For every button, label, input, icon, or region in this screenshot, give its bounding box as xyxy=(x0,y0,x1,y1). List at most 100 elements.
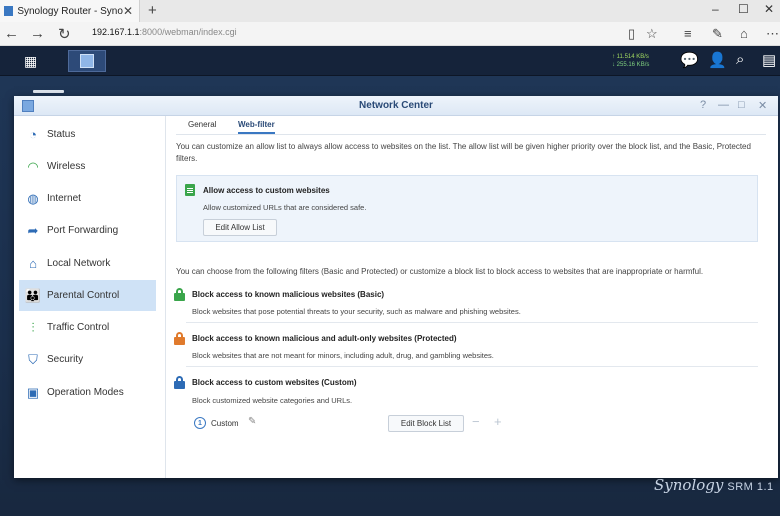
sidebar-item-label: Port Forwarding xyxy=(47,225,119,236)
sidebar-item-label: Local Network xyxy=(47,258,111,269)
protected-filter-title[interactable]: Block access to known malicious and adul… xyxy=(192,334,457,343)
sidebar-item-label: Traffic Control xyxy=(47,322,110,333)
basic-filter-desc: Block websites that pose potential threa… xyxy=(192,307,521,316)
synology-srm-logo: Synology SRM 1.1 xyxy=(654,476,774,494)
maximize-icon[interactable]: □ xyxy=(738,99,745,111)
sidebar-item-parental-control[interactable]: 👪 Parental Control xyxy=(19,280,156,311)
tab-close-icon[interactable]: ✕ xyxy=(123,4,133,18)
brand-name: Synology xyxy=(654,476,724,494)
window-minimize-button[interactable]: – xyxy=(712,2,719,16)
toolbox-icon: ▣ xyxy=(26,384,40,400)
sidebar-item-local-network[interactable]: ⌂ Local Network xyxy=(19,248,156,279)
sidebar-item-operation-modes[interactable]: ▣ Operation Modes xyxy=(19,377,156,408)
synology-favicon-icon xyxy=(4,6,14,16)
back-arrow-icon[interactable]: ← xyxy=(4,25,19,42)
minus-icon[interactable]: − xyxy=(472,414,480,429)
globe-icon: ◍ xyxy=(27,190,39,206)
custom-profile-select[interactable]: Custom xyxy=(211,419,239,428)
window-title-bar[interactable]: Network Center ? — □ ✕ xyxy=(14,96,778,116)
divider xyxy=(186,366,758,367)
sidebar-item-label: Security xyxy=(47,354,84,365)
web-note-icon[interactable]: ✎ xyxy=(712,26,723,42)
browser-tab[interactable]: Synology Router - Syno ✕ xyxy=(0,0,140,22)
brand-product: SRM 1.1 xyxy=(727,481,774,493)
filters-intro-text: You can choose from the following filter… xyxy=(176,267,704,276)
sidebar-item-status[interactable]: ◔ Status xyxy=(19,119,156,150)
web-filter-content: General Web-filter You can customize an … xyxy=(166,116,778,478)
green-lock-icon xyxy=(174,288,185,301)
favorite-star-icon[interactable]: ☆ xyxy=(646,26,658,42)
download-speed: ↓ 255.16 KB/s xyxy=(612,62,650,68)
close-icon[interactable]: ✕ xyxy=(758,99,767,112)
sidebar: ◔ Status ◠ Wireless ◍ Internet ➦ Port Fo… xyxy=(14,116,166,478)
window-close-button[interactable]: ✕ xyxy=(764,2,774,16)
pencil-icon[interactable]: ✎ xyxy=(248,416,256,427)
help-icon[interactable]: ? xyxy=(700,99,706,111)
tab-web-filter[interactable]: Web-filter xyxy=(238,120,275,134)
gauge-icon: ◔ xyxy=(29,127,37,142)
browser-tab-title: Synology Router - Syno xyxy=(17,5,123,17)
lock-body xyxy=(174,381,185,389)
url-host: 192.167.1.1 xyxy=(92,27,140,37)
sidebar-item-label: Operation Modes xyxy=(47,387,124,398)
share-icon[interactable]: ⌂ xyxy=(740,26,748,41)
sidebar-item-label: Status xyxy=(47,129,76,140)
forward-arrow-icon: ➦ xyxy=(27,222,39,238)
url-field[interactable]: 192.167.1.1:8000/webman/index.cgi xyxy=(92,27,612,41)
user-icon[interactable]: 👤 xyxy=(708,51,727,69)
allow-list-box: Allow access to custom websites Allow cu… xyxy=(176,175,758,242)
edit-allow-list-button[interactable]: Edit Allow List xyxy=(203,219,277,236)
tab-general[interactable]: General xyxy=(188,120,216,129)
edit-block-list-button[interactable]: Edit Block List xyxy=(388,415,464,432)
hub-icon[interactable]: ≡ xyxy=(684,26,692,41)
basic-filter-title[interactable]: Block access to known malicious websites… xyxy=(192,290,384,299)
new-tab-button[interactable]: + xyxy=(148,2,157,19)
allow-desc: Allow customized URLs that are considere… xyxy=(203,203,367,212)
sidebar-item-security[interactable]: ⛉ Security xyxy=(19,344,156,375)
srm-taskbar: ▦ ↑ 11.514 KB/s ↓ 255.16 KB/s 💬 👤 ⌕ ▤ xyxy=(0,46,780,76)
search-icon[interactable]: ⌕ xyxy=(736,51,744,68)
sidebar-item-wireless[interactable]: ◠ Wireless xyxy=(19,151,156,182)
house-icon: ⌂ xyxy=(29,256,37,271)
lock-body xyxy=(174,337,185,345)
network-speed-readout: ↑ 11.514 KB/s ↓ 255.16 KB/s xyxy=(612,53,649,69)
sidebar-item-port-forwarding[interactable]: ➦ Port Forwarding xyxy=(19,215,156,246)
content-tabs: General Web-filter xyxy=(176,116,766,135)
sidebar-item-label: Parental Control xyxy=(47,290,120,301)
widgets-icon[interactable]: ▤ xyxy=(762,51,776,69)
main-menu-icon[interactable]: ▦ xyxy=(24,53,37,70)
upload-speed: ↑ 11.514 KB/s xyxy=(612,54,649,60)
protected-filter-desc: Block websites that are not meant for mi… xyxy=(192,351,494,360)
window-maximize-button[interactable]: ☐ xyxy=(738,2,749,16)
plus-icon[interactable]: + xyxy=(494,414,502,429)
wifi-icon: ◠ xyxy=(27,158,39,174)
browser-tab-bar: Synology Router - Syno ✕ + – ☐ ✕ xyxy=(0,0,780,22)
blue-lock-icon xyxy=(174,376,185,389)
network-center-window: Network Center ? — □ ✕ ◔ Status ◠ Wirele… xyxy=(14,96,778,478)
allow-intro-text: You can customize an allow list to alway… xyxy=(176,142,751,163)
network-center-app-icon xyxy=(80,54,94,68)
document-icon xyxy=(185,184,195,196)
minimize-icon[interactable]: — xyxy=(718,99,729,111)
sidebar-item-label: Wireless xyxy=(47,161,86,172)
shield-icon: ⛉ xyxy=(28,351,38,367)
address-bar-row: ← → ↻ 192.167.1.1:8000/webman/index.cgi … xyxy=(0,22,780,46)
sidebar-item-label: Internet xyxy=(47,193,81,204)
more-icon[interactable]: ⋯ xyxy=(766,26,779,42)
reading-view-icon[interactable]: ▯ xyxy=(628,26,635,42)
sidebar-item-internet[interactable]: ◍ Internet xyxy=(19,183,156,214)
sidebar-item-traffic-control[interactable]: ⫶ Traffic Control xyxy=(19,312,156,343)
desktop-bar xyxy=(33,90,64,93)
url-path: :8000/webman/index.cgi xyxy=(139,27,237,37)
srm-desktop: Network Center ? — □ ✕ ◔ Status ◠ Wirele… xyxy=(0,76,780,516)
refresh-icon[interactable]: ↻ xyxy=(58,25,71,43)
custom-filter-title[interactable]: Block access to custom websites (Custom) xyxy=(192,378,357,387)
allow-title: Allow access to custom websites xyxy=(203,186,330,195)
taskbar-network-center-button[interactable] xyxy=(68,50,106,72)
chat-icon[interactable]: 💬 xyxy=(680,51,699,69)
forward-arrow-icon[interactable]: → xyxy=(30,25,45,42)
family-icon: 👪 xyxy=(24,287,42,303)
divider xyxy=(186,322,758,323)
orange-lock-icon xyxy=(174,332,185,345)
profile-count-badge: 1 xyxy=(194,417,206,429)
